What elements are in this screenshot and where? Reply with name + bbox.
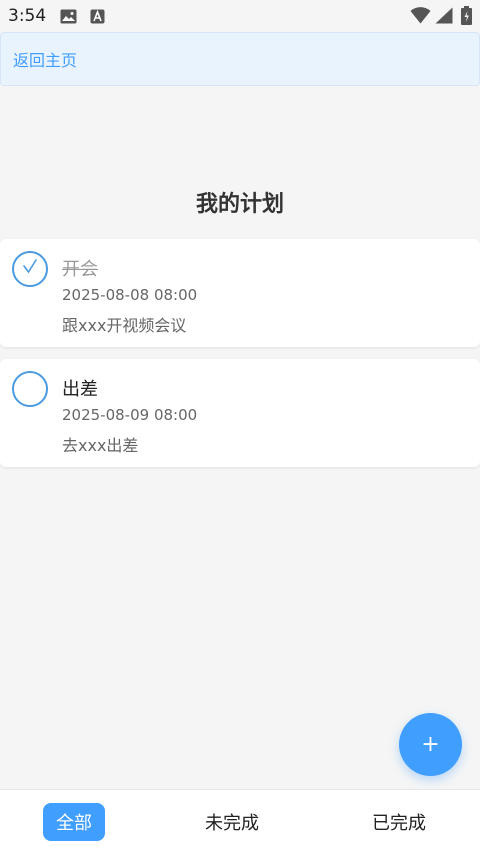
plus-icon: +	[421, 732, 440, 757]
plan-list: 开会 2025-08-08 08:00 跟xxx开视频会议 出差 2025-08…	[0, 239, 480, 479]
add-plan-button[interactable]: +	[399, 713, 462, 776]
plan-datetime: 2025-08-09 08:00	[62, 406, 198, 424]
app-screen: 3:54 返回主页 我的计划 开会 2025-08-08 08:00 跟xxx开…	[0, 0, 480, 853]
plan-datetime: 2025-08-08 08:00	[62, 286, 198, 304]
battery-icon	[461, 6, 472, 29]
bottom-tab-bar: 全部 未完成 已完成	[0, 789, 480, 853]
status-bar: 3:54	[0, 0, 480, 32]
notification-a-icon	[90, 9, 105, 28]
tab-completed[interactable]: 已完成	[363, 803, 435, 841]
page-title: 我的计划	[195, 192, 284, 217]
checkmark-icon	[21, 258, 39, 280]
back-bar: 返回主页	[0, 32, 480, 86]
plan-description: 去xxx出差	[62, 436, 139, 455]
back-to-home-link[interactable]: 返回主页	[13, 47, 77, 71]
wifi-icon	[410, 7, 431, 28]
plan-checkbox[interactable]	[12, 371, 48, 407]
signal-icon	[435, 7, 453, 28]
plan-name: 出差	[62, 379, 98, 400]
tab-all[interactable]: 全部	[43, 803, 105, 841]
plan-checkbox[interactable]	[12, 251, 48, 287]
plan-description: 跟xxx开视频会议	[62, 316, 187, 335]
plan-card[interactable]: 开会 2025-08-08 08:00 跟xxx开视频会议	[0, 239, 480, 347]
plan-card[interactable]: 出差 2025-08-09 08:00 去xxx出差	[0, 359, 480, 467]
tab-pending[interactable]: 未完成	[196, 803, 268, 841]
status-time: 3:54	[8, 6, 47, 26]
gallery-icon	[60, 9, 77, 28]
plan-name: 开会	[62, 259, 98, 280]
